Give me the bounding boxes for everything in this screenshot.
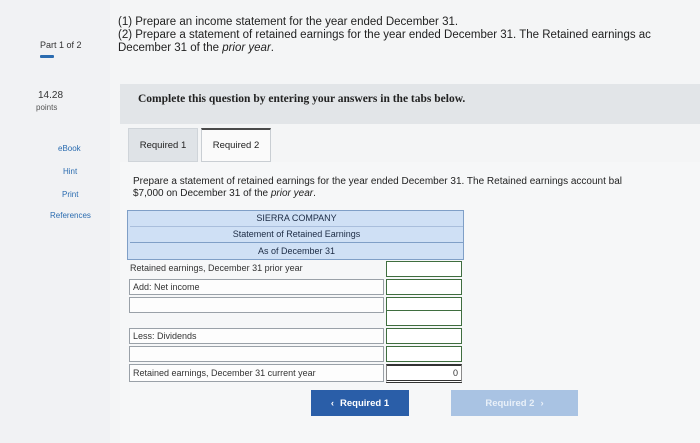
part-progress-bar bbox=[40, 55, 54, 58]
company-name: SIERRA COMPANY bbox=[256, 213, 337, 223]
statement-row: Retained earnings, December 31 prior yea… bbox=[127, 260, 464, 278]
points-label: points bbox=[36, 103, 58, 112]
instruction-line-1: (1) Prepare an income statement for the … bbox=[118, 16, 459, 28]
statement-total-row: Retained earnings, December 31 current y… bbox=[127, 363, 464, 383]
statement-row: Add: Net income bbox=[127, 278, 464, 296]
references-link[interactable]: References bbox=[50, 211, 91, 220]
instruction-line-2: (2) Prepare a statement of retained earn… bbox=[118, 29, 651, 41]
instruction-line-3: December 31 of the prior year. bbox=[118, 42, 274, 54]
retained-earnings-statement: SIERRA COMPANY Statement of Retained Ear… bbox=[127, 210, 464, 386]
row-label-input[interactable] bbox=[129, 346, 384, 362]
statement-title: Statement of Retained Earnings bbox=[130, 226, 463, 242]
question-instructions: (1) Prepare an income statement for the … bbox=[118, 16, 651, 55]
next-tab-button[interactable]: Required 2 › bbox=[451, 390, 578, 416]
tab-required-1[interactable]: Required 1 bbox=[128, 128, 198, 162]
ebook-link[interactable]: eBook bbox=[58, 144, 81, 153]
instruction-banner: Complete this question by entering your … bbox=[120, 84, 700, 124]
tab-prompt: Prepare a statement of retained earnings… bbox=[133, 176, 622, 200]
amount-input[interactable] bbox=[386, 261, 462, 277]
row-label-empty bbox=[129, 308, 384, 324]
banner-text: Complete this question by entering your … bbox=[138, 93, 466, 105]
print-link[interactable]: Print bbox=[62, 190, 78, 199]
total-value: 0 bbox=[386, 364, 462, 383]
hint-link[interactable]: Hint bbox=[63, 167, 77, 176]
statement-date: As of December 31 bbox=[130, 242, 463, 259]
statement-row bbox=[127, 308, 464, 326]
prev-tab-button[interactable]: ‹ Required 1 bbox=[311, 390, 409, 416]
points-value: 14.28 bbox=[38, 90, 64, 101]
row-label: Retained earnings, December 31 prior yea… bbox=[130, 263, 303, 273]
statement-header: SIERRA COMPANY Statement of Retained Ear… bbox=[127, 210, 464, 260]
sidebar bbox=[0, 0, 110, 443]
amount-input[interactable] bbox=[386, 279, 462, 295]
next-button-label: Required 2 bbox=[485, 397, 535, 409]
tab-required-2[interactable]: Required 2 bbox=[201, 128, 271, 162]
prompt-line-2: $7,000 on December 31 of the prior year. bbox=[133, 188, 316, 199]
row-label-input[interactable]: Add: Net income bbox=[129, 279, 384, 295]
statement-row bbox=[127, 327, 464, 345]
total-label: Retained earnings, December 31 current y… bbox=[129, 364, 384, 382]
chevron-left-icon: ‹ bbox=[330, 397, 335, 409]
amount-input[interactable] bbox=[386, 310, 462, 326]
amount-input[interactable] bbox=[386, 346, 462, 362]
amount-input[interactable] bbox=[386, 328, 462, 344]
statement-row bbox=[127, 345, 464, 363]
part-indicator: Part 1 of 2 bbox=[40, 40, 82, 50]
prev-button-label: Required 1 bbox=[340, 397, 390, 409]
prompt-line-1: Prepare a statement of retained earnings… bbox=[133, 176, 623, 187]
chevron-right-icon: › bbox=[540, 397, 544, 409]
